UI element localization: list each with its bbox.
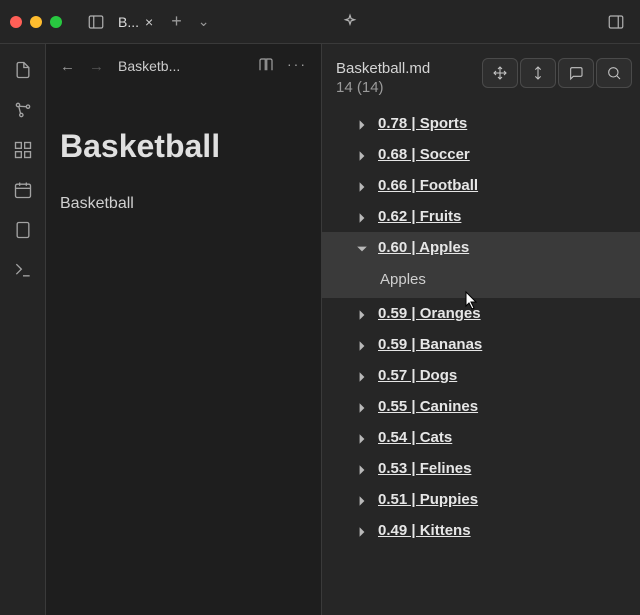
result-item[interactable]: 0.59 | Oranges: [322, 298, 640, 329]
result-item[interactable]: 0.60 | Apples: [322, 232, 640, 263]
editor-pane: ← → Basketb... ··· Basketball Basketball: [46, 44, 322, 615]
result-child[interactable]: Apples: [322, 263, 640, 298]
chevron-right-icon[interactable]: [356, 494, 368, 506]
result-item[interactable]: 0.54 | Cats: [322, 422, 640, 453]
chevron-right-icon[interactable]: [356, 308, 368, 320]
grid-icon[interactable]: [13, 140, 33, 160]
maximize-window-button[interactable]: [50, 16, 62, 28]
result-item[interactable]: 0.57 | Dogs: [322, 360, 640, 391]
chevron-right-icon[interactable]: [356, 370, 368, 382]
page-icon[interactable]: [13, 220, 33, 240]
result-item[interactable]: 0.62 | Fruits: [322, 201, 640, 232]
nav-forward-button[interactable]: →: [89, 58, 104, 75]
chevron-right-icon[interactable]: [356, 463, 368, 475]
tab-label: B...: [118, 14, 139, 30]
tab-dropdown-icon[interactable]: ⌄: [192, 13, 216, 30]
comment-icon[interactable]: [558, 58, 594, 88]
right-sidebar-toggle-icon[interactable]: [602, 8, 630, 36]
chevron-right-icon[interactable]: [356, 339, 368, 351]
note-body[interactable]: Basketball Basketball: [46, 88, 321, 213]
result-label[interactable]: 0.49 | Kittens: [378, 522, 471, 539]
minimize-window-button[interactable]: [30, 16, 42, 28]
result-label[interactable]: 0.68 | Soccer: [378, 146, 470, 163]
file-tab[interactable]: B... ×: [110, 7, 161, 37]
sparkle-icon[interactable]: [336, 8, 364, 36]
calendar-icon[interactable]: [13, 180, 33, 200]
result-item[interactable]: 0.53 | Felines: [322, 453, 640, 484]
result-label[interactable]: 0.62 | Fruits: [378, 208, 461, 225]
result-item[interactable]: 0.59 | Bananas: [322, 329, 640, 360]
result-label[interactable]: 0.66 | Football: [378, 177, 478, 194]
search-icon[interactable]: [596, 58, 632, 88]
nav-back-button[interactable]: ←: [60, 58, 75, 75]
result-label[interactable]: 0.59 | Bananas: [378, 336, 482, 353]
titlebar: B... × + ⌄: [0, 0, 640, 44]
result-label[interactable]: 0.57 | Dogs: [378, 367, 457, 384]
files-icon[interactable]: [13, 60, 33, 80]
editor-header: ← → Basketb... ···: [46, 44, 321, 88]
result-label[interactable]: 0.78 | Sports: [378, 115, 467, 132]
result-label[interactable]: 0.60 | Apples: [378, 239, 469, 256]
move-icon[interactable]: [482, 58, 518, 88]
result-item[interactable]: 0.49 | Kittens: [322, 515, 640, 546]
similarity-panel: Basketball.md 14 (14) 0.78 | Sports 0.68 …: [322, 44, 640, 615]
chevron-right-icon[interactable]: [356, 118, 368, 130]
result-label[interactable]: 0.53 | Felines: [378, 460, 471, 477]
result-item[interactable]: 0.51 | Puppies: [322, 484, 640, 515]
breadcrumb[interactable]: Basketb...: [118, 58, 180, 74]
close-tab-icon[interactable]: ×: [145, 14, 153, 30]
panel-header: Basketball.md 14 (14): [322, 44, 640, 104]
result-item[interactable]: 0.68 | Soccer: [322, 139, 640, 170]
new-tab-button[interactable]: +: [161, 11, 192, 32]
chevron-right-icon[interactable]: [356, 180, 368, 192]
chevron-right-icon[interactable]: [356, 432, 368, 444]
result-label[interactable]: 0.54 | Cats: [378, 429, 452, 446]
sidebar-toggle-icon[interactable]: [82, 8, 110, 36]
more-options-icon[interactable]: ···: [287, 56, 307, 77]
result-item[interactable]: 0.55 | Canines: [322, 391, 640, 422]
chevron-right-icon[interactable]: [356, 149, 368, 161]
chevron-right-icon[interactable]: [356, 525, 368, 537]
note-content: Basketball: [60, 195, 307, 213]
result-item[interactable]: 0.66 | Football: [322, 170, 640, 201]
graph-icon[interactable]: [13, 100, 33, 120]
terminal-icon[interactable]: [13, 260, 33, 280]
activity-rail: [0, 44, 46, 615]
chevron-right-icon[interactable]: [356, 211, 368, 223]
result-label[interactable]: 0.51 | Puppies: [378, 491, 478, 508]
chevron-down-icon[interactable]: [356, 242, 368, 254]
result-label[interactable]: 0.55 | Canines: [378, 398, 478, 415]
results-list: 0.78 | Sports 0.68 | Soccer 0.66 | Footbal…: [322, 104, 640, 615]
reading-mode-icon[interactable]: [257, 56, 275, 77]
close-window-button[interactable]: [10, 16, 22, 28]
expand-vertical-icon[interactable]: [520, 58, 556, 88]
result-label[interactable]: 0.59 | Oranges: [378, 305, 481, 322]
window-controls: [10, 16, 62, 28]
note-title: Basketball: [60, 128, 307, 165]
chevron-right-icon[interactable]: [356, 401, 368, 413]
result-item[interactable]: 0.78 | Sports: [322, 108, 640, 139]
